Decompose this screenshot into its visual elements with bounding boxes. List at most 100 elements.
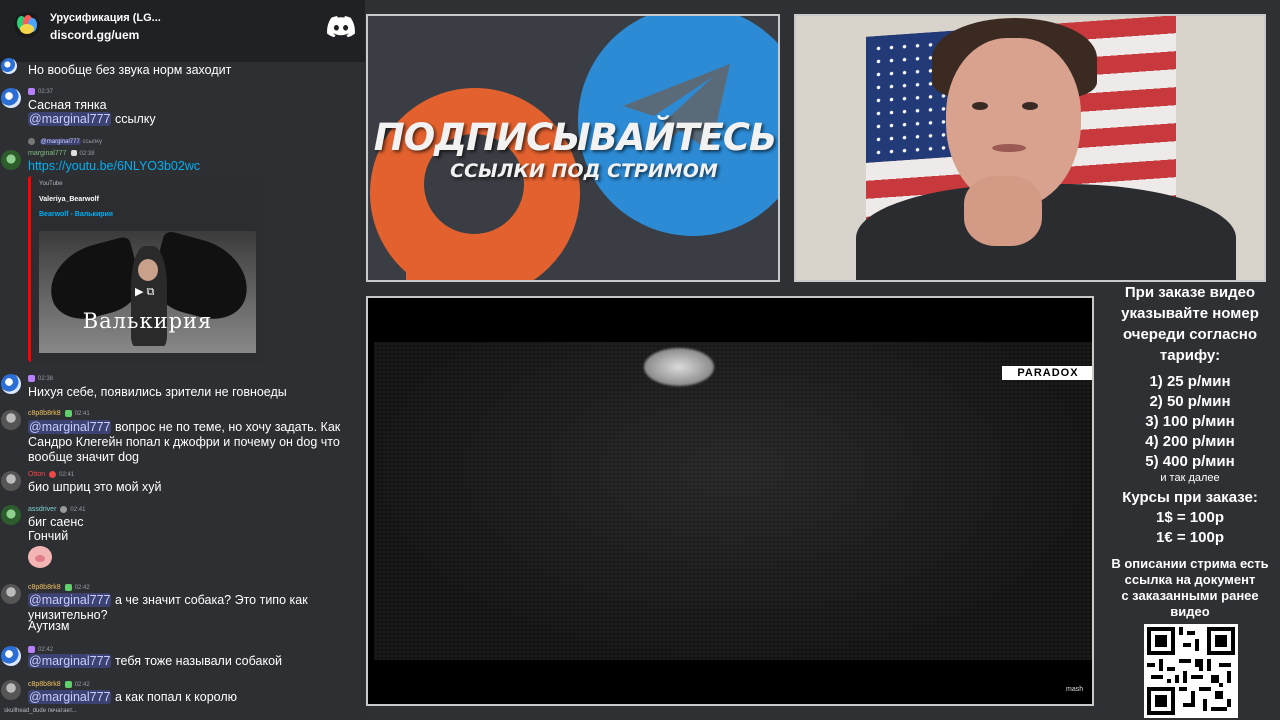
user-nick[interactable]: marginal777	[28, 150, 67, 157]
user-mention[interactable]: @marginal777	[28, 420, 112, 434]
user-avatar[interactable]	[1, 410, 21, 430]
user-mention[interactable]: @marginal777	[28, 690, 112, 704]
pig-emoji-icon	[28, 546, 52, 568]
message-meta: marginal777 02:38	[28, 150, 95, 157]
embed-provider: YouTube	[39, 181, 63, 187]
user-mention[interactable]: @marginal777	[28, 112, 112, 126]
message-text: Гончий	[28, 529, 69, 543]
promo-banner: ПОДПИСЫВАЙТЕСЬ ССЫЛКИ ПОД СТРИМОМ	[366, 14, 780, 282]
user-nick[interactable]: c8p8b8rk8	[28, 681, 61, 688]
source-watermark: mash	[1066, 686, 1084, 693]
server-name: Урусификация (LG...	[50, 12, 161, 24]
description-line: видео	[1170, 604, 1210, 619]
embed-video-title[interactable]: Bearwolf - Валькирия	[39, 211, 113, 218]
user-avatar[interactable]	[1, 471, 21, 491]
user-avatar[interactable]	[1, 88, 21, 108]
role-badge-icon	[28, 375, 35, 382]
message-time: 02:41	[59, 472, 75, 479]
tariff-item: 2) 50 р/мин	[1149, 393, 1231, 410]
streamer-body	[856, 184, 1236, 280]
message-line: @marginal777 а как попал к королю	[28, 690, 363, 705]
user-avatar[interactable]	[1, 646, 21, 666]
message-text: ссылку	[111, 112, 156, 126]
user-avatar[interactable]	[1, 505, 21, 525]
message-time: 02:38	[38, 376, 54, 383]
streamer-hand	[964, 176, 1042, 246]
reply-preview[interactable]: @marginal777 ссылку	[28, 138, 102, 146]
message-text: Аутизм	[28, 619, 70, 633]
message-time: 02:37	[38, 89, 54, 96]
message-time: 02:42	[38, 647, 54, 654]
video-player[interactable]: PARADOX mash	[366, 296, 1094, 706]
role-badge-icon	[60, 506, 68, 513]
webcam-feed	[794, 14, 1266, 282]
bot-badge-icon	[70, 150, 77, 157]
tariff-item: 1) 25 р/мин	[1149, 373, 1231, 390]
typing-indicator: skullhead_dude печатает...	[4, 708, 77, 714]
message-text: биг саенс	[28, 515, 84, 529]
play-icon[interactable]: ▶ ⧉	[135, 285, 154, 299]
user-avatar[interactable]	[1, 374, 21, 394]
message-text: Нихуя себе, появились зрители не говноед…	[28, 385, 287, 399]
user-nick[interactable]: assdriver	[28, 506, 56, 513]
user-avatar[interactable]	[1, 680, 21, 700]
message-meta: assdriver 02:41	[28, 506, 85, 513]
message-time: 02:41	[70, 507, 86, 514]
embed-author[interactable]: Valeriya_Bearwolf	[39, 196, 99, 203]
order-info-panel: При заказе видео указывайте номер очеред…	[1100, 282, 1280, 620]
video-thumbnail[interactable]: ▶ ⧉ Валькирия	[39, 231, 256, 353]
qr-code-icon	[1147, 627, 1235, 715]
reply-text: ссылку	[82, 139, 102, 146]
message-meta: 02:37	[28, 88, 53, 95]
user-nick[interactable]: c8p8b8rk8	[28, 584, 61, 591]
qr-code[interactable]	[1144, 624, 1238, 718]
message-text: Но вообще без звука норм заходит	[28, 63, 232, 77]
message-text: Сасная тянка	[28, 98, 107, 112]
message-meta: Otton 02:41	[28, 471, 74, 478]
role-badge-icon	[64, 410, 72, 417]
promo-headline: ПОДПИСЫВАЙТЕСЬ	[373, 116, 777, 159]
user-nick[interactable]: Otton	[28, 471, 45, 478]
message-line: @marginal777 вопрос не по теме, но хочу …	[28, 420, 363, 465]
rate-item: 1$ = 100р	[1156, 509, 1224, 526]
info-intro-line: тарифу:	[1159, 347, 1221, 364]
rates-title: Курсы при заказе:	[1122, 489, 1258, 506]
message-text: а как попал к королю	[111, 690, 238, 704]
message-text: тебя тоже называли собакой	[111, 654, 283, 668]
user-mention[interactable]: @marginal777	[28, 654, 112, 668]
server-invite-link[interactable]: discord.gg/uem	[50, 28, 139, 42]
user-avatar[interactable]	[1, 150, 21, 170]
message-time: 02:41	[74, 411, 90, 418]
server-icon[interactable]	[14, 12, 40, 38]
streamer-eye	[972, 102, 988, 110]
user-avatar[interactable]	[1, 584, 21, 604]
message-text: био шприц это мой хуй	[28, 480, 162, 494]
role-badge-icon	[28, 646, 35, 653]
user-nick[interactable]: c8p8b8rk8	[28, 410, 61, 417]
message-meta: 02:38	[28, 375, 53, 382]
discord-icon	[327, 16, 355, 38]
message-time: 02:38	[79, 151, 95, 157]
video-frame	[374, 342, 1092, 660]
message-time: 02:42	[74, 585, 90, 592]
message-meta: c8p8b8rk8 02:42	[28, 681, 90, 688]
user-mention[interactable]: @marginal777	[28, 593, 112, 607]
tariff-item: 5) 400 р/мин	[1145, 453, 1235, 470]
role-badge-icon	[64, 681, 72, 688]
promo-subline: ССЫЛКИ ПОД СТРИМОМ	[450, 160, 718, 182]
message-meta: c8p8b8rk8 02:41	[28, 410, 90, 417]
tariff-item: 3) 100 р/мин	[1145, 413, 1235, 430]
tariff-etc: и так далее	[1160, 472, 1220, 484]
chat-overlay: Урусификация (LG... discord.gg/uem Но во…	[0, 0, 365, 720]
streamer-eye	[1022, 102, 1038, 110]
message-meta: c8p8b8rk8 02:42	[28, 584, 90, 591]
youtube-embed[interactable]: YouTube Valeriya_Bearwolf Bearwolf - Вал…	[28, 176, 263, 362]
reply-mention[interactable]: @marginal777	[39, 139, 81, 146]
user-avatar[interactable]	[1, 58, 17, 74]
message-line: @marginal777 ссылку	[28, 112, 363, 127]
streamer-mouth	[992, 144, 1026, 152]
message-line: @marginal777 тебя тоже называли собакой	[28, 654, 363, 669]
status-badge-icon	[49, 471, 57, 478]
youtube-link[interactable]: https://youtu.be/6NLYO3b02wc	[28, 159, 363, 174]
message-time: 02:42	[74, 682, 90, 689]
